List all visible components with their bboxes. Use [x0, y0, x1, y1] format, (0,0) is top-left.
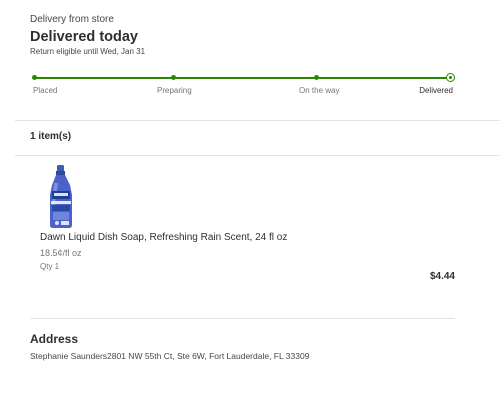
section-divider: [30, 318, 455, 319]
step-label-placed: Placed: [33, 86, 58, 95]
step-label-on-the-way: On the way: [299, 86, 340, 95]
dish-soap-bottle-graphic: [50, 165, 72, 228]
delivery-status-title: Delivered today: [30, 29, 138, 45]
step-dot-preparing: [171, 75, 176, 80]
section-divider: [15, 120, 500, 121]
step-dot-placed: [32, 75, 37, 80]
section-divider: [15, 155, 500, 156]
order-type-label: Delivery from store: [30, 14, 114, 25]
product-line-price: $4.44: [429, 271, 455, 282]
step-label-preparing: Preparing: [157, 86, 192, 95]
step-dot-delivered-center: [449, 76, 452, 79]
step-dot-delivered: [446, 73, 455, 82]
items-count: 1 item(s): [30, 131, 72, 142]
step-label-delivered: Delivered: [419, 86, 453, 95]
product-quantity: Qty 1: [40, 262, 60, 271]
step-dot-on-the-way: [314, 75, 319, 80]
dish-soap-bottle-icon[interactable]: [46, 165, 76, 229]
address-heading: Address: [30, 332, 79, 346]
delivery-address: Stephanie Saunders2801 NW 55th Ct, Ste 6…: [30, 351, 310, 361]
return-eligibility-note: Return eligible until Wed, Jan 31: [30, 47, 146, 56]
progress-track: [35, 76, 450, 79]
product-unit-price: 18.5¢/fl oz: [40, 248, 82, 258]
product-name-link[interactable]: Dawn Liquid Dish Soap, Refreshing Rain S…: [40, 232, 287, 243]
